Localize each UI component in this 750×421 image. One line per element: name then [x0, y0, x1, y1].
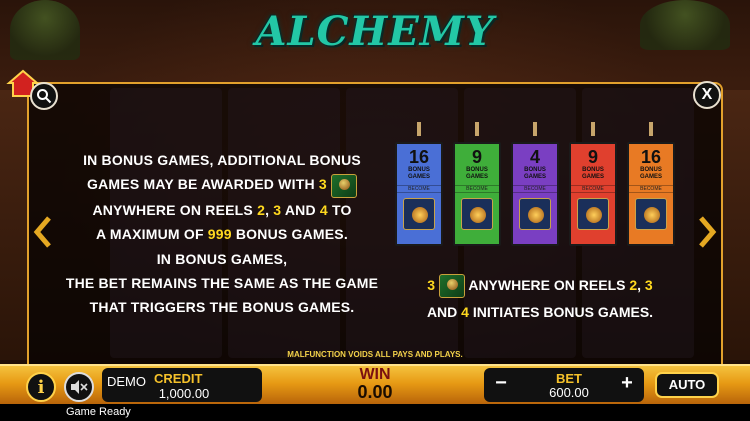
rule-text: AND: [284, 201, 316, 218]
become-label: BECOME: [513, 185, 557, 193]
reel-number: 2: [257, 201, 266, 218]
auto-play-button[interactable]: AUTO: [655, 372, 719, 398]
reel-number: 2: [629, 277, 638, 293]
info-button[interactable]: i: [26, 372, 56, 402]
rule-text: BONUS GAMES.: [235, 226, 348, 243]
card-hook: [417, 122, 421, 136]
trigger-rules-text: 3 ANYWHERE ON REELS 2, 3 AND 4 INITIATES…: [410, 272, 670, 326]
rule-text: IN BONUS GAMES, ADDITIONAL BONUS: [83, 152, 361, 168]
rule-text: THE BET REMAINS THE SAME AS THE GAME: [65, 274, 379, 291]
scatter-count: 3: [427, 277, 436, 293]
right-shelf: [722, 90, 750, 360]
chevron-left-icon: [33, 216, 51, 248]
sound-toggle-button[interactable]: [64, 372, 94, 402]
become-label: BECOME: [397, 185, 441, 193]
rule-text: IN BONUS GAMES,: [156, 250, 288, 267]
bonus-card-face: 16 BONUS GAMES BECOME: [627, 142, 675, 246]
rule-line: IN BONUS GAMES, ADDITIONAL BONUS: [62, 148, 382, 172]
card-hook: [591, 122, 595, 136]
left-shelf: [0, 90, 28, 360]
credit-label: CREDIT: [154, 371, 203, 386]
rule-text: THAT TRIGGERS THE BONUS GAMES.: [89, 299, 355, 316]
rule-line: GAMES MAY BE AWARDED WITH 3: [62, 172, 382, 198]
rule-text: ANYWHERE ON REELS: [92, 201, 253, 218]
rule-text: ANYWHERE ON REELS: [468, 277, 626, 293]
bonus-cards: 16 BONUS GAMES BECOME 9 BONUS GAMES BECOME 4 BO…: [395, 122, 677, 253]
reel-number: 4: [319, 201, 328, 218]
bonus-games-label: BONUS GAMES: [465, 167, 488, 180]
bonus-card: 16 BONUS GAMES BECOME: [395, 122, 443, 248]
bet-value: 600.00: [549, 385, 589, 400]
card-hook: [475, 122, 479, 136]
bonus-rules-text: IN BONUS GAMES, ADDITIONAL BONUS GAMES M…: [62, 148, 382, 320]
card-hook: [649, 122, 653, 136]
bonus-card: 16 BONUS GAMES BECOME: [627, 122, 675, 248]
card-hook: [533, 122, 537, 136]
bonus-games-count: 4: [529, 147, 540, 167]
bonus-card-face: 9 BONUS GAMES BECOME: [453, 142, 501, 246]
close-button[interactable]: X: [693, 81, 721, 109]
prev-page-arrow[interactable]: [33, 215, 53, 258]
status-text: Game Ready: [66, 406, 131, 418]
rule-line: ANYWHERE ON REELS 2, 3 AND 4 TO: [62, 198, 382, 222]
chevron-right-icon: [699, 216, 717, 248]
scatter-count: 3: [318, 176, 327, 193]
bet-decrease-button[interactable]: −: [490, 372, 512, 395]
rule-line: AND 4 INITIATES BONUS GAMES.: [410, 299, 670, 326]
rule-line: 3 ANYWHERE ON REELS 2, 3: [410, 272, 670, 299]
become-label: BECOME: [455, 185, 499, 193]
rule-line: THAT TRIGGERS THE BONUS GAMES.: [62, 295, 382, 319]
mute-icon: [71, 380, 88, 394]
rule-text: TO: [331, 201, 352, 218]
bonus-games-label: BONUS GAMES: [407, 167, 430, 180]
scatter-bonus-icon: [438, 274, 465, 299]
bonus-symbol-icon: [519, 198, 551, 230]
become-label: BECOME: [629, 185, 673, 193]
bonus-symbol-icon: [635, 198, 667, 230]
close-icon: X: [701, 86, 713, 103]
bonus-symbol-icon: [577, 198, 609, 230]
rule-text: AND: [426, 304, 458, 320]
bet-label: BET: [556, 371, 582, 386]
credit-value: 1,000.00: [158, 386, 210, 401]
bonus-games-count: 9: [471, 147, 482, 167]
demo-label: DEMO: [107, 374, 146, 389]
bet-increase-button[interactable]: +: [616, 372, 638, 395]
reel-number: 3: [273, 201, 282, 218]
rule-text: INITIATES BONUS GAMES.: [472, 304, 654, 320]
zoom-button[interactable]: [30, 82, 58, 110]
bonus-card: 4 BONUS GAMES BECOME: [511, 122, 559, 248]
max-bonus-count: 999: [207, 226, 232, 243]
bonus-card-face: 9 BONUS GAMES BECOME: [569, 142, 617, 246]
bonus-games-count: 16: [640, 147, 662, 167]
reel-number: 4: [461, 304, 469, 320]
malfunction-notice: MALFUNCTION VOIDS ALL PAYS AND PLAYS.: [287, 350, 463, 359]
bonus-card-face: 4 BONUS GAMES BECOME: [511, 142, 559, 246]
bonus-card: 9 BONUS GAMES BECOME: [569, 122, 617, 248]
rule-line: THE BET REMAINS THE SAME AS THE GAME: [62, 271, 382, 295]
search-icon: [37, 89, 52, 104]
bonus-symbol-icon: [403, 198, 435, 230]
bonus-symbol-icon: [461, 198, 493, 230]
bonus-card: 9 BONUS GAMES BECOME: [453, 122, 501, 248]
bonus-games-label: BONUS GAMES: [639, 167, 662, 180]
win-value: 0.00: [357, 382, 393, 402]
reel-number: 3: [644, 277, 653, 293]
game-title: ALCHEMY: [255, 8, 495, 55]
rule-line: IN BONUS GAMES,: [62, 247, 382, 271]
rule-text: ,: [265, 201, 270, 218]
rule-text: GAMES MAY BE AWARDED WITH: [87, 176, 315, 193]
bonus-card-face: 16 BONUS GAMES BECOME: [395, 142, 443, 246]
rule-line: A MAXIMUM OF 999 BONUS GAMES.: [62, 222, 382, 246]
next-page-arrow[interactable]: [697, 215, 717, 258]
bonus-games-label: BONUS GAMES: [581, 167, 604, 180]
become-label: BECOME: [571, 185, 615, 193]
bonus-games-count: 9: [587, 147, 598, 167]
bonus-games-count: 16: [408, 147, 430, 167]
info-icon: i: [37, 376, 45, 398]
scatter-bonus-icon: [330, 173, 357, 198]
rule-text: ,: [637, 277, 642, 293]
rule-text: A MAXIMUM OF: [96, 226, 204, 243]
bonus-games-label: BONUS GAMES: [523, 167, 546, 180]
